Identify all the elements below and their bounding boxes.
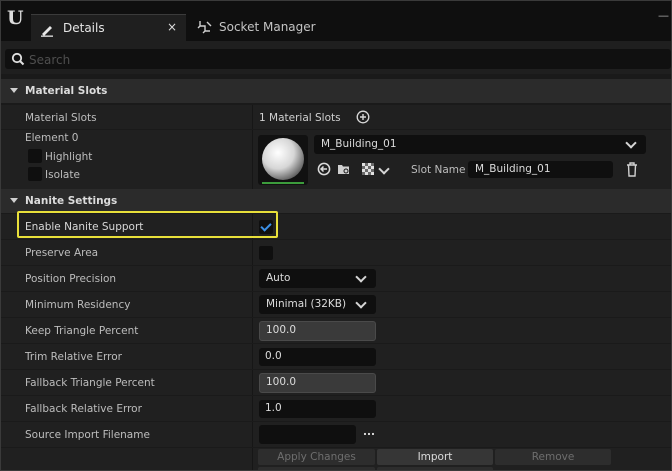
column-divider <box>252 266 253 292</box>
row-keep-triangle-percent: Keep Triangle Percent 100.0 <box>1 317 671 344</box>
row-trim-relative-error: Trim Relative Error 0.0 <box>1 343 671 370</box>
highlight-label: Highlight <box>45 151 93 163</box>
browse-folder-icon[interactable] <box>337 162 351 176</box>
fallback-triangle-percent-label: Fallback Triangle Percent <box>25 377 155 389</box>
checker-texture-icon[interactable] <box>361 162 375 176</box>
hidden-action-button[interactable] <box>377 467 493 470</box>
row-material-slots: Material Slots 1 Material Slots <box>1 104 671 131</box>
fallback-triangle-percent-field[interactable]: 100.0 <box>259 373 376 393</box>
use-selected-icon[interactable] <box>317 162 331 176</box>
row-preserve-area: Preserve Area <box>1 239 671 266</box>
tab-bar: U Details × Socket Manager — <box>1 1 671 42</box>
preserve-area-label: Preserve Area <box>25 247 99 259</box>
search-input[interactable] <box>27 51 631 69</box>
material-type-bar <box>262 182 304 184</box>
element-label: Element 0 <box>25 132 79 144</box>
apply-changes-button[interactable]: Apply Changes <box>258 449 375 465</box>
minimum-residency-dropdown[interactable]: Minimal (32KB) <box>259 295 376 314</box>
search-icon <box>11 52 25 66</box>
add-slot-icon[interactable] <box>356 110 370 124</box>
column-divider <box>252 240 253 266</box>
section-nanite-settings[interactable]: Nanite Settings <box>1 189 671 213</box>
preserve-area-checkbox[interactable] <box>259 246 273 260</box>
trim-relative-error-value: 0.0 <box>265 350 282 362</box>
search-box[interactable] <box>5 49 671 69</box>
section-material-slots[interactable]: Material Slots <box>1 79 671 103</box>
trash-icon[interactable] <box>625 161 639 177</box>
material-name: M_Building_01 <box>321 138 397 150</box>
source-import-filename-label: Source Import Filename <box>25 429 150 441</box>
column-divider <box>252 105 253 131</box>
column-divider <box>252 396 253 422</box>
tab-details[interactable]: Details × <box>31 14 186 42</box>
fallback-relative-error-value: 1.0 <box>265 402 282 414</box>
position-precision-value: Auto <box>266 272 291 284</box>
column-divider <box>252 344 253 370</box>
chevron-down-icon <box>355 297 367 309</box>
isolate-checkbox[interactable] <box>28 167 42 181</box>
row-fallback-relative-error: Fallback Relative Error 1.0 <box>1 395 671 422</box>
section-title: Nanite Settings <box>25 195 118 207</box>
slot-name-label: Slot Name <box>411 164 466 176</box>
row-source-import-filename: Source Import Filename ... <box>1 421 671 448</box>
keep-triangle-percent-field[interactable]: 100.0 <box>259 321 376 341</box>
unreal-logo: U <box>7 7 24 29</box>
row-position-precision: Position Precision Auto <box>1 265 671 292</box>
row-element-0: Element 0 Highlight Isolate M_Building_0… <box>1 129 671 189</box>
source-import-filename-field[interactable] <box>259 425 356 444</box>
fallback-relative-error-field[interactable]: 1.0 <box>259 400 376 418</box>
highlight-checkbox[interactable] <box>28 149 42 163</box>
import-button[interactable]: Import <box>377 449 493 465</box>
row-minimum-residency: Minimum Residency Minimal (32KB) <box>1 291 671 318</box>
search-row <box>1 41 671 74</box>
material-slots-count: 1 Material Slots <box>259 112 341 124</box>
material-thumbnail[interactable] <box>258 135 308 185</box>
tab-details-label: Details <box>63 21 105 35</box>
section-title: Material Slots <box>25 85 108 97</box>
details-panel: U Details × Socket Manager — Search Mate… <box>0 0 672 471</box>
minimum-residency-label: Minimum Residency <box>25 299 131 311</box>
tab-socket-manager-label: Socket Manager <box>219 20 316 34</box>
position-precision-dropdown[interactable]: Auto <box>259 269 376 288</box>
slot-name-field[interactable]: M_Building_01 <box>468 161 613 178</box>
keep-triangle-percent-value: 100.0 <box>266 324 297 336</box>
row-actions: Apply Changes Import Remove <box>1 447 671 470</box>
collapse-arrow-icon[interactable] <box>10 88 18 93</box>
column-divider <box>252 318 253 344</box>
column-divider <box>252 422 253 448</box>
trim-relative-error-field[interactable]: 0.0 <box>259 348 376 366</box>
minimize-button[interactable]: — <box>658 9 669 22</box>
fallback-relative-error-label: Fallback Relative Error <box>25 403 142 415</box>
column-divider <box>252 130 253 189</box>
hidden-action-button[interactable] <box>258 467 375 470</box>
close-icon[interactable]: × <box>167 20 177 34</box>
material-sphere-icon <box>262 138 304 180</box>
slot-name-value: M_Building_01 <box>475 163 551 175</box>
column-divider <box>252 370 253 396</box>
socket-icon <box>197 21 212 34</box>
column-divider <box>252 448 253 470</box>
chevron-down-icon <box>625 137 637 149</box>
row-fallback-triangle-percent: Fallback Triangle Percent 100.0 <box>1 369 671 396</box>
chevron-down-icon <box>355 271 367 283</box>
pencil-icon <box>41 26 53 37</box>
column-divider <box>252 292 253 318</box>
browse-file-button[interactable]: ... <box>363 426 375 438</box>
material-dropdown[interactable]: M_Building_01 <box>314 135 646 154</box>
keep-triangle-percent-label: Keep Triangle Percent <box>25 325 139 337</box>
trim-relative-error-label: Trim Relative Error <box>25 351 122 363</box>
fallback-triangle-percent-value: 100.0 <box>266 376 297 388</box>
position-precision-label: Position Precision <box>25 273 117 285</box>
minimum-residency-value: Minimal (32KB) <box>266 298 347 310</box>
callout-highlight-box <box>17 211 278 238</box>
material-slots-label: Material Slots <box>25 112 97 124</box>
chevron-down-icon[interactable] <box>378 163 390 175</box>
collapse-arrow-icon[interactable] <box>10 198 18 203</box>
isolate-label: Isolate <box>45 169 80 181</box>
remove-button[interactable]: Remove <box>495 449 611 465</box>
